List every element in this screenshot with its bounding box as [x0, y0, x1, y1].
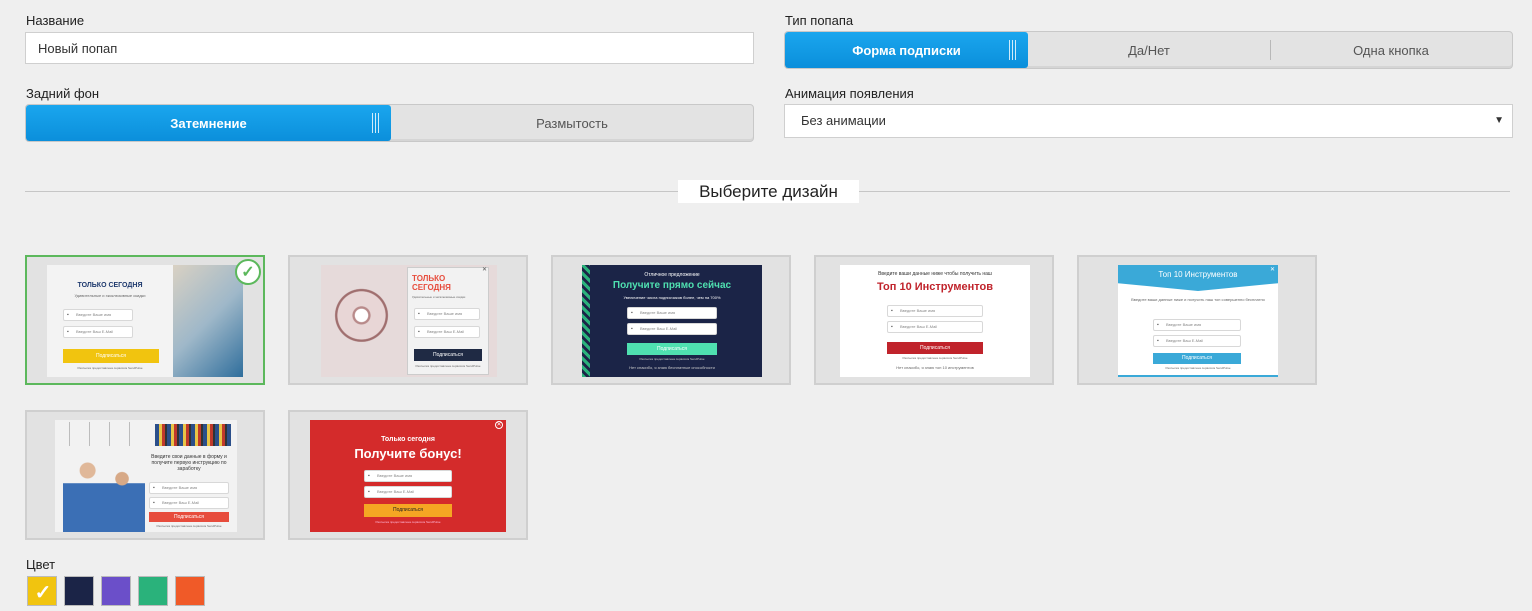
grip-icon [1009, 40, 1016, 60]
popup-type-label: Тип попапа [785, 13, 854, 28]
background-selector: Затемнение Размытость [25, 104, 754, 142]
design5-footnote: Рассылка предоставлена сервисом SendPuls… [1165, 366, 1231, 370]
design-thumb-2[interactable]: ТОЛЬКО СЕГОДНЯ Удивительные и эксклюзивн… [288, 255, 528, 385]
design6-title: Введите свои данные в форму и получите п… [151, 454, 227, 472]
design2-title: ТОЛЬКО СЕГОДНЯ [412, 274, 451, 292]
design6-button: Подписаться [149, 512, 229, 522]
check-icon: ✓ [34, 581, 52, 604]
design3-field1: Введите Ваше имя [627, 307, 717, 319]
people-photo [63, 450, 145, 532]
background-dim-label: Затемнение [170, 115, 247, 131]
design2-field2: Введите Ваш E-Mail [414, 326, 480, 338]
design-thumb-5[interactable]: Топ 10 Инструментов ✕ Введите ваши данны… [1077, 255, 1317, 385]
design7-field2: Введите Ваш E-Mail [364, 486, 452, 498]
design1-footnote: Рассылка предоставлена сервисом SendPuls… [77, 366, 143, 370]
close-icon: ✕ [1269, 267, 1275, 273]
design3-button: Подписаться [627, 343, 717, 355]
design5-field2: Введите Ваш E-Mail [1153, 335, 1241, 347]
grip-icon [372, 113, 379, 133]
design3-footnote: Рассылка предоставлена сервисом SendPuls… [639, 357, 705, 361]
design3-title: Получите прямо сейчас [612, 280, 732, 291]
design7-button: Подписаться [364, 504, 452, 517]
design-preview-7: ✕ Только сегодня Получите бонус! Введите… [310, 420, 506, 532]
check-icon: ✓ [235, 259, 261, 285]
name-input[interactable] [25, 32, 754, 64]
design4-footnote: Рассылка предоставлена сервисом SendPuls… [902, 356, 968, 360]
design5-button: Подписаться [1153, 353, 1241, 364]
design1-title: ТОЛЬКО СЕГОДНЯ [77, 282, 143, 289]
desk-photo [173, 265, 243, 377]
design1-button: Подписаться [63, 349, 159, 363]
popup-type-yesno-button[interactable]: Да/Нет [1028, 32, 1270, 68]
design-thumb-3[interactable]: Отличное предложение Получите прямо сейч… [551, 255, 791, 385]
popup-type-onebutton-button[interactable]: Одна кнопка [1270, 32, 1512, 68]
design4-button: Подписаться [887, 342, 983, 354]
lightbulbs-icon [59, 422, 149, 446]
design-preview-6: Введите свои данные в форму и получите п… [55, 420, 237, 532]
design3-field2: Введите Ваш E-Mail [627, 323, 717, 335]
design7-field1: Введите Ваше имя [364, 470, 452, 482]
design1-field2: Введите Ваш E-Mail [63, 326, 133, 338]
design-preview-3: Отличное предложение Получите прямо сейч… [582, 265, 762, 377]
design4-field1: Введите Ваше имя [887, 305, 983, 317]
background-label: Задний фон [26, 86, 100, 101]
popup-type-subscription-button[interactable]: Форма подписки [785, 32, 1028, 68]
design3-kicker: Отличное предложение [644, 272, 700, 278]
design7-title: Получите бонус! [354, 446, 462, 461]
chevron-down-icon: ▼ [1494, 115, 1504, 126]
animation-select[interactable]: Без анимации ▼ [784, 104, 1513, 138]
background-blur-label: Размытость [536, 115, 608, 131]
design3-subtitle: Увеличение числа подписчиков более, чем … [623, 295, 721, 300]
popup-type-selector: Форма подписки Да/Нет Одна кнопка [784, 31, 1513, 69]
design5-subtitle: Введите ваши данные ниже и получить наш … [1131, 297, 1265, 302]
design5-field1: Введите Ваше имя [1153, 319, 1241, 331]
design6-field1: Введите Ваше имя [149, 482, 229, 494]
design4-field2: Введите Ваш E-Mail [887, 321, 983, 333]
ferris-wheel-photo [321, 265, 411, 377]
design2-button: Подписаться [414, 349, 482, 361]
design3-thanks: Нет спасибо, я знаю бесплатные способнос… [629, 365, 715, 370]
design-thumb-4[interactable]: Введите ваши данные ниже чтобы получить … [814, 255, 1054, 385]
design-preview-5: Топ 10 Инструментов ✕ Введите ваши данны… [1118, 265, 1278, 377]
color-swatch-yellow[interactable]: ✓ [27, 576, 57, 606]
color-swatch-green[interactable] [138, 576, 168, 606]
popup-type-onebutton-label: Одна кнопка [1353, 42, 1429, 58]
design2-footnote: Рассылка предоставлена сервисом SendPuls… [415, 364, 481, 368]
design6-field2: Введите Ваш E-Mail [149, 497, 229, 509]
animation-select-value: Без анимации [801, 113, 886, 128]
color-swatch-orange[interactable] [175, 576, 205, 606]
design-preview-2: ТОЛЬКО СЕГОДНЯ Удивительные и эксклюзивн… [321, 265, 497, 377]
design7-kicker: Только сегодня [381, 436, 435, 443]
background-dim-button[interactable]: Затемнение [26, 105, 391, 141]
animation-label: Анимация появления [785, 86, 914, 101]
design-section-title: Выберите дизайн [678, 180, 859, 203]
design2-card: ТОЛЬКО СЕГОДНЯ Удивительные и эксклюзивн… [407, 267, 489, 375]
design-thumb-7[interactable]: ✕ Только сегодня Получите бонус! Введите… [288, 410, 528, 540]
color-swatch-purple[interactable] [101, 576, 131, 606]
design2-field1: Введите Ваше имя [414, 308, 480, 320]
design5-title: Топ 10 Инструментов [1158, 270, 1238, 279]
design1-field1: Введите Ваше имя [63, 309, 133, 321]
design1-subtitle: Удивительные и эксклюзивные скидки [74, 293, 146, 298]
color-label: Цвет [26, 557, 56, 572]
bookshelf-photo [155, 424, 231, 446]
design2-subtitle: Удивительные и эксклюзивные скидки [412, 295, 466, 299]
design-thumb-6[interactable]: Введите свои данные в форму и получите п… [25, 410, 265, 540]
close-icon: ✕ [495, 421, 503, 429]
design4-title: Топ 10 Инструментов [877, 281, 993, 293]
popup-type-yesno-label: Да/Нет [1128, 42, 1170, 58]
design-preview-1: ТОЛЬКО СЕГОДНЯ Удивительные и эксклюзивн… [47, 265, 243, 377]
color-swatch-navy[interactable] [64, 576, 94, 606]
design7-footnote: Рассылка предоставлена сервисом SendPuls… [375, 520, 441, 524]
design4-thanks: Нет спасибо, я знаю топ 10 инструментов [896, 365, 974, 370]
design-thumb-1[interactable]: ТОЛЬКО СЕГОДНЯ Удивительные и эксклюзивн… [25, 255, 265, 385]
close-icon: ✕ [481, 267, 487, 273]
design6-footnote: Рассылка предоставлена сервисом SendPuls… [156, 524, 222, 528]
background-blur-button[interactable]: Размытость [391, 105, 753, 141]
design-preview-4: Введите ваши данные ниже чтобы получить … [840, 265, 1030, 377]
name-label: Название [26, 13, 85, 28]
design4-kicker: Введите ваши данные ниже чтобы получить … [878, 271, 992, 277]
popup-type-subscription-label: Форма подписки [852, 42, 961, 58]
